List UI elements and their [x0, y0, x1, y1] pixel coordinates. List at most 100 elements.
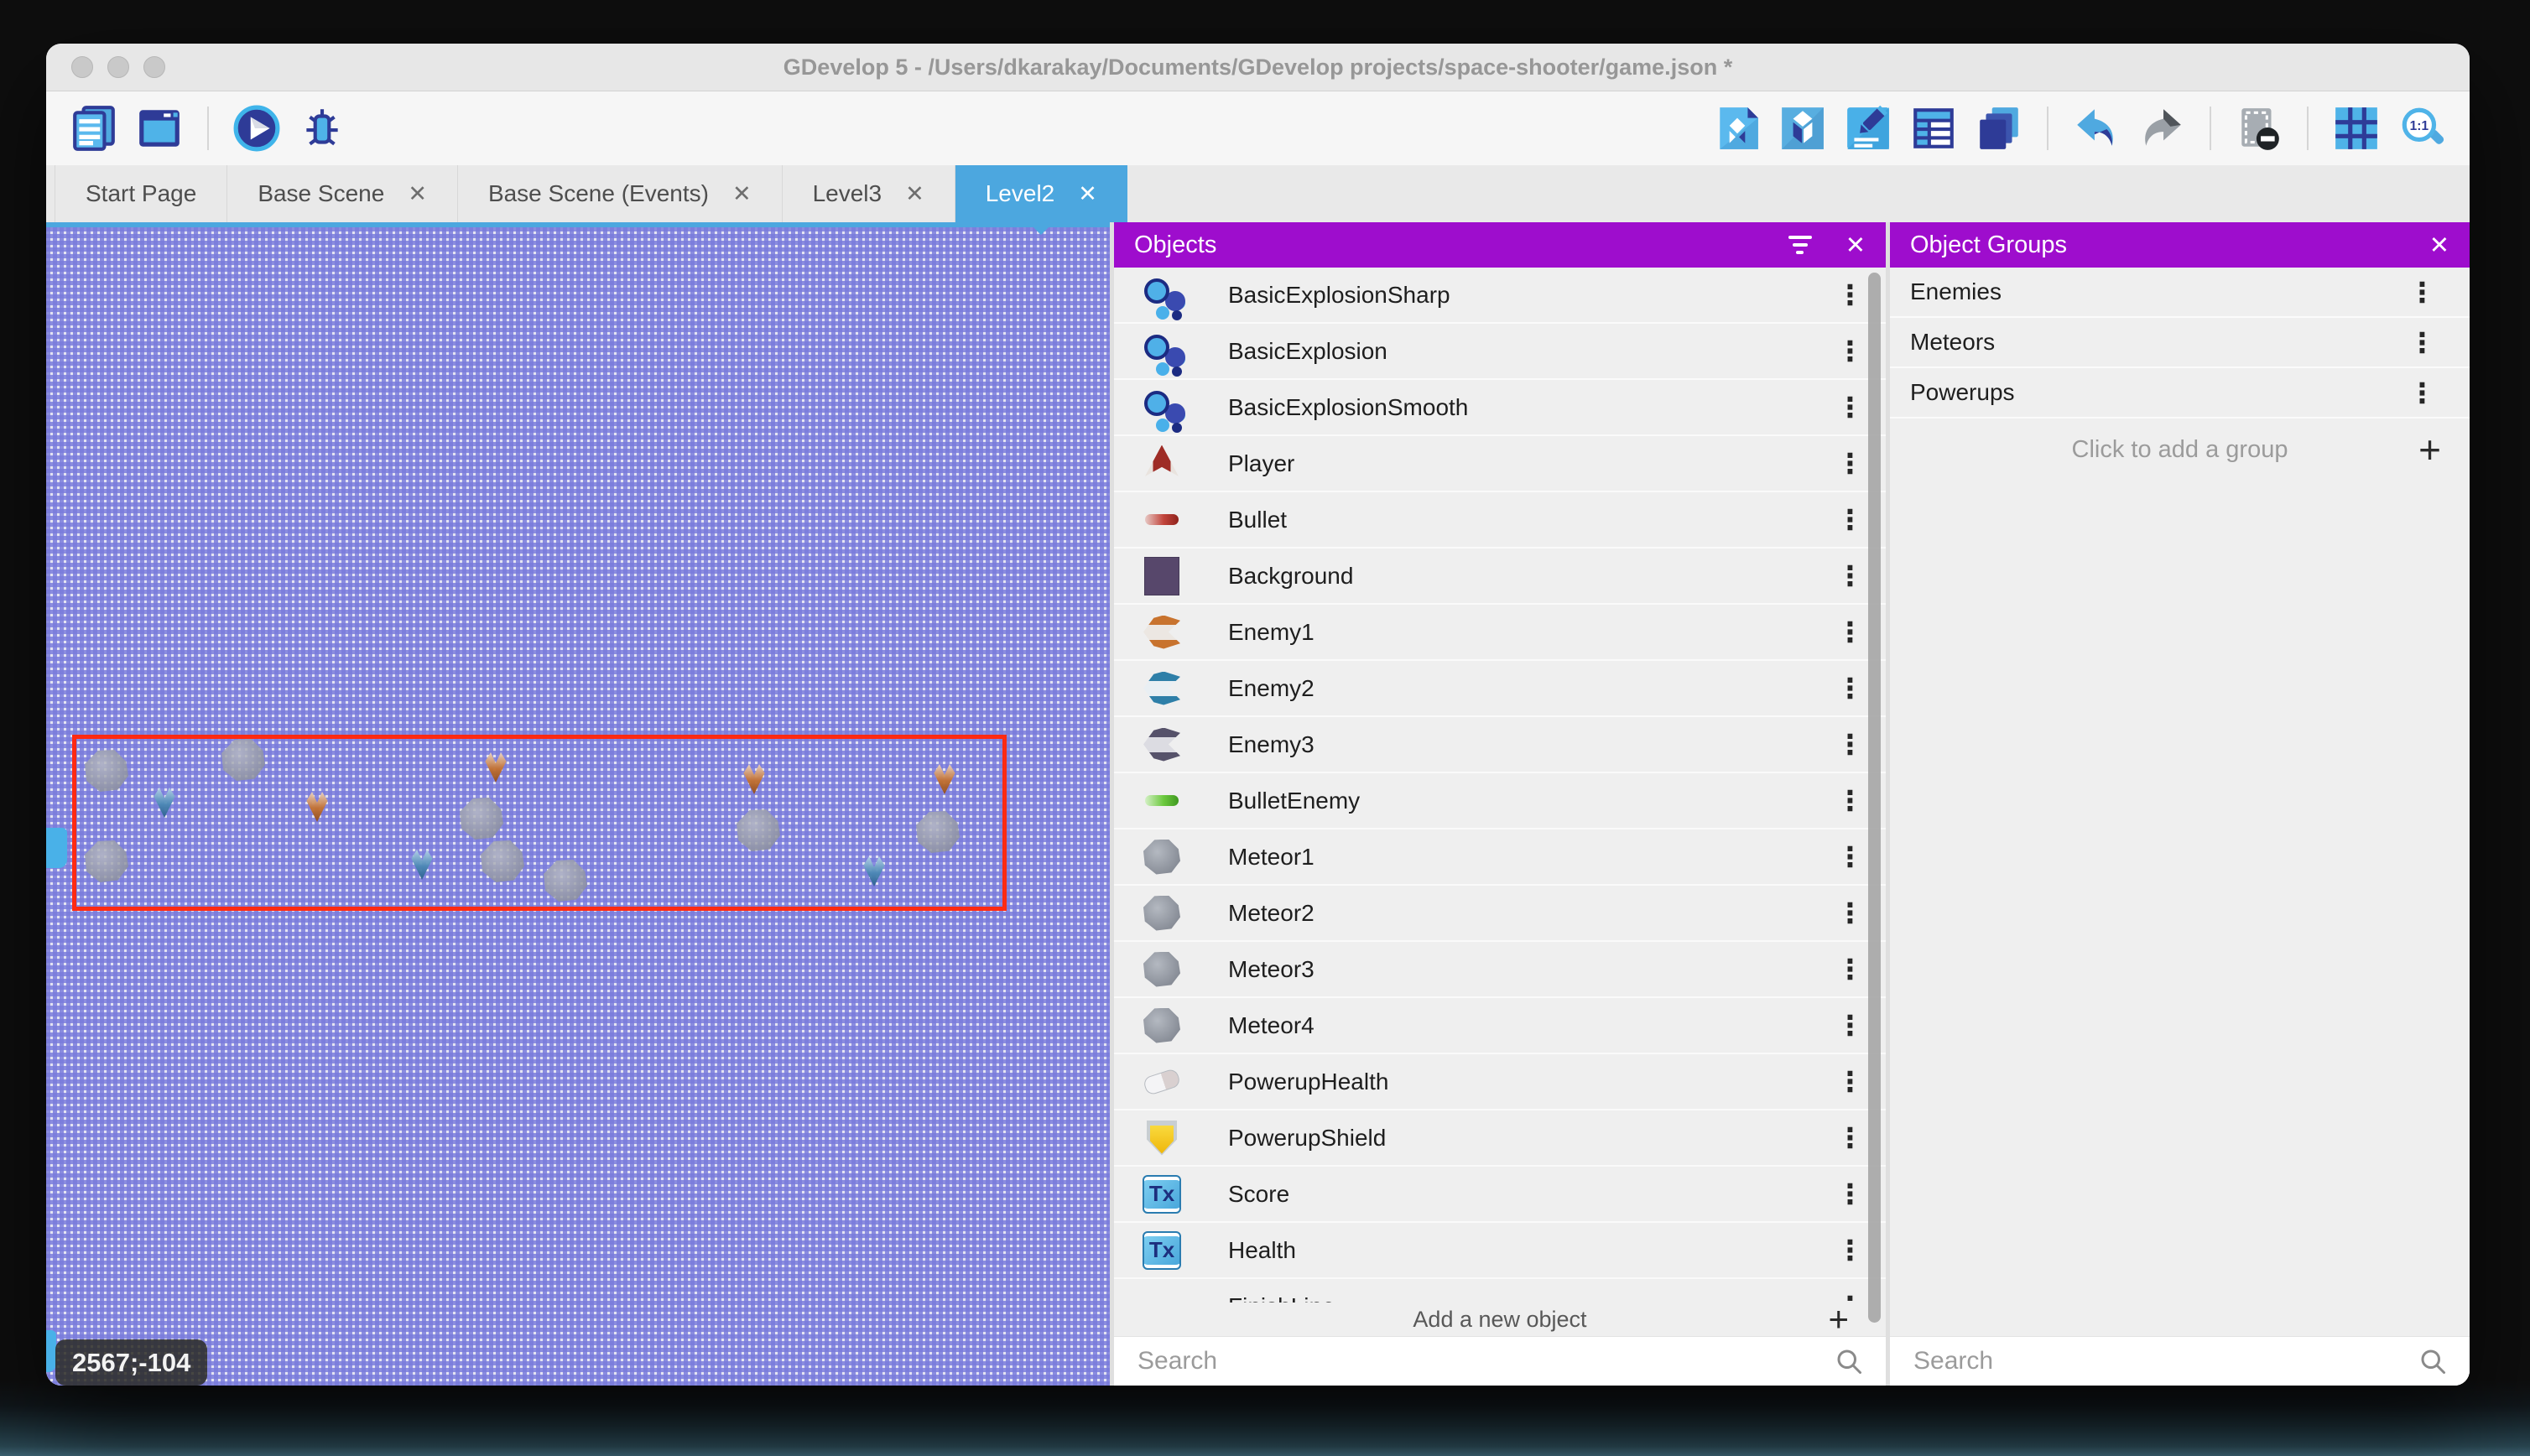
object-groups-panel: Object Groups ✕ Enemies⋮Meteors⋮Powerups…: [1890, 222, 2470, 1386]
zoom-window-button[interactable]: [143, 56, 165, 78]
preview-window-icon[interactable]: [135, 104, 184, 153]
filter-icon[interactable]: [1788, 236, 1812, 254]
close-tab-icon[interactable]: ✕: [732, 181, 752, 207]
object-menu-icon[interactable]: ⋮: [1836, 899, 1864, 927]
object-row-finishline[interactable]: FinishLine⋮: [1114, 1279, 1886, 1303]
group-menu-icon[interactable]: ⋮: [2408, 278, 2436, 306]
grid-icon[interactable]: [2332, 104, 2381, 153]
object-menu-icon[interactable]: ⋮: [1836, 618, 1864, 646]
traffic-lights: [71, 56, 165, 78]
object-menu-icon[interactable]: ⋮: [1836, 731, 1864, 758]
tab-base-scene[interactable]: Base Scene ✕: [227, 165, 458, 222]
tab-label: Base Scene: [258, 180, 384, 207]
group-row-powerups[interactable]: Powerups ⋮: [1890, 368, 2470, 419]
object-row-meteor1[interactable]: Meteor1⋮: [1114, 829, 1886, 886]
object-row-health[interactable]: Health⋮: [1114, 1223, 1886, 1279]
object-row-player[interactable]: Player⋮: [1114, 436, 1886, 492]
object-row-bulletenemy[interactable]: BulletEnemy⋮: [1114, 773, 1886, 829]
player-icon: [1143, 445, 1181, 483]
close-tab-icon[interactable]: ✕: [408, 181, 427, 207]
tab-start-page[interactable]: Start Page: [55, 165, 227, 222]
object-row-basicexplosion[interactable]: BasicExplosion⋮: [1114, 324, 1886, 380]
object-menu-icon[interactable]: ⋮: [1836, 1124, 1864, 1152]
object-name: BulletEnemy: [1228, 788, 1836, 814]
tab-level3[interactable]: Level3✕: [783, 165, 955, 222]
toolbar: 1:1: [46, 91, 2470, 165]
object-name: Meteor1: [1228, 844, 1836, 871]
close-objects-panel-button[interactable]: ✕: [1845, 231, 1866, 260]
close-tab-icon[interactable]: ✕: [905, 181, 924, 207]
titlebar[interactable]: GDevelop 5 - /Users/dkarakay/Documents/G…: [46, 44, 2470, 91]
play-icon[interactable]: [232, 104, 281, 153]
object-menu-icon[interactable]: ⋮: [1836, 562, 1864, 590]
object-menu-icon[interactable]: ⋮: [1836, 1068, 1864, 1095]
object-name: PowerupShield: [1228, 1125, 1836, 1152]
object-menu-icon[interactable]: ⋮: [1836, 506, 1864, 533]
object-row-meteor4[interactable]: Meteor4⋮: [1114, 998, 1886, 1054]
object-row-background[interactable]: Background⋮: [1114, 549, 1886, 605]
redo-icon[interactable]: [2137, 104, 2186, 153]
groups-search-input[interactable]: [1912, 1346, 2418, 1376]
object-menu-icon[interactable]: ⋮: [1836, 1011, 1864, 1039]
toolbar-separator: [2307, 107, 2309, 150]
group-menu-icon[interactable]: ⋮: [2408, 329, 2436, 356]
meteor-icon: [1143, 950, 1181, 989]
object-row-meteor3[interactable]: Meteor3⋮: [1114, 942, 1886, 998]
object-row-enemy1[interactable]: Enemy1⋮: [1114, 605, 1886, 661]
window-title: GDevelop 5 - /Users/dkarakay/Documents/G…: [46, 55, 2470, 81]
properties-icon[interactable]: [1844, 104, 1892, 153]
object-menu-icon[interactable]: ⋮: [1836, 1236, 1864, 1264]
object-menu-icon[interactable]: ⋮: [1836, 674, 1864, 702]
object-row-enemy2[interactable]: Enemy2⋮: [1114, 661, 1886, 717]
close-object-groups-panel-button[interactable]: ✕: [2429, 231, 2449, 260]
object-menu-icon[interactable]: ⋮: [1836, 787, 1864, 814]
group-row-enemies[interactable]: Enemies⋮: [1890, 268, 2470, 318]
object-menu-icon[interactable]: ⋮: [1836, 843, 1864, 871]
edit-scene-icon[interactable]: [1713, 104, 1762, 153]
object-menu-icon[interactable]: ⋮: [1836, 450, 1864, 477]
object-row-score[interactable]: Score⋮: [1114, 1167, 1886, 1223]
group-row-meteors[interactable]: Meteors⋮: [1890, 318, 2470, 368]
zoom-1-1-icon[interactable]: 1:1: [2397, 104, 2446, 153]
group-menu-icon[interactable]: ⋮: [2408, 379, 2436, 407]
object-row-poweruphealth[interactable]: PowerupHealth⋮: [1114, 1054, 1886, 1110]
object-row-basicexplosionsharp[interactable]: BasicExplosionSharp⋮: [1114, 268, 1886, 324]
add-group-button[interactable]: Click to add a group +: [1890, 419, 2470, 481]
add-group-label: Click to add a group: [2072, 436, 2288, 464]
undo-icon[interactable]: [2072, 104, 2121, 153]
object-menu-icon[interactable]: ⋮: [1836, 955, 1864, 983]
objects-scrollbar[interactable]: [1868, 273, 1881, 1323]
object-menu-icon[interactable]: ⋮: [1836, 337, 1864, 365]
object-menu-icon[interactable]: ⋮: [1836, 281, 1864, 309]
group-name: Powerups: [1910, 379, 2015, 406]
object-row-enemy3[interactable]: Enemy3⋮: [1114, 717, 1886, 773]
object-row-meteor2[interactable]: Meteor2⋮: [1114, 886, 1886, 942]
search-icon: [1834, 1346, 1864, 1376]
object-menu-icon[interactable]: ⋮: [1836, 393, 1864, 421]
scene-canvas[interactable]: 2567;-104: [46, 222, 1110, 1386]
minimize-window-button[interactable]: [107, 56, 129, 78]
object-menu-icon[interactable]: ⋮: [1836, 1180, 1864, 1208]
objects-search-input[interactable]: [1136, 1346, 1834, 1376]
object-row-basicexplosionsmooth[interactable]: BasicExplosionSmooth⋮: [1114, 380, 1886, 436]
tab-level2[interactable]: Level2✕: [955, 165, 1127, 222]
close-window-button[interactable]: [71, 56, 93, 78]
objects-editor-icon[interactable]: [1778, 104, 1827, 153]
object-name: Meteor3: [1228, 956, 1836, 983]
close-tab-icon[interactable]: ✕: [1078, 181, 1097, 207]
offscreen-object-marker[interactable]: [46, 828, 67, 868]
debug-icon[interactable]: [298, 104, 346, 153]
project-manager-icon[interactable]: [70, 104, 118, 153]
instances-list-icon[interactable]: [1909, 104, 1958, 153]
tab-base-scene-events-[interactable]: Base Scene (Events)✕: [458, 165, 783, 222]
object-name: Meteor4: [1228, 1012, 1836, 1039]
add-object-button[interactable]: Add a new object +: [1114, 1303, 1886, 1336]
text-icon: [1143, 1175, 1181, 1214]
object-row-bullet[interactable]: Bullet⋮: [1114, 492, 1886, 549]
object-row-powerupshield[interactable]: PowerupShield⋮: [1114, 1110, 1886, 1167]
object-name: Enemy1: [1228, 619, 1836, 646]
plus-icon: +: [1828, 1299, 1849, 1339]
render-mask-icon[interactable]: [2235, 104, 2283, 153]
layers-icon[interactable]: [1975, 104, 2023, 153]
selection-rectangle[interactable]: [72, 735, 1007, 911]
